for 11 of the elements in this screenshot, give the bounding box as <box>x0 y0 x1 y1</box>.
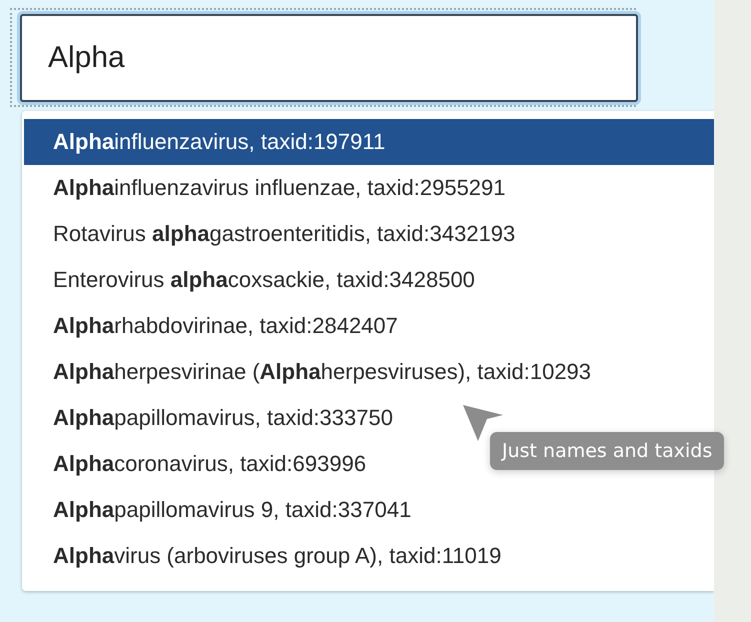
suggestion-item[interactable]: Enterovirus alphacoxsackie, taxid:3428500 <box>24 257 714 303</box>
suggestion-item[interactable]: Alpharhabdovirinae, taxid:2842407 <box>24 303 714 349</box>
suggestion-item[interactable]: Alphaherpesvirinae (Alphaherpesviruses), taxid:10293 <box>24 349 714 395</box>
search-field[interactable]: Alpha <box>20 14 638 102</box>
suggestion-item[interactable]: Rotavirus alphagastroenteritidis, taxid:3432193 <box>24 211 714 257</box>
pointer-icon <box>463 405 503 441</box>
suggestion-item[interactable]: Alphavirus (arboviruses group A), taxid:11019 <box>24 533 714 579</box>
suggestion-item[interactable]: Alphainfluenzavirus, taxid:197911 <box>24 119 714 165</box>
suggestion-item[interactable]: Alphapapillomavirus 9, taxid:337041 <box>24 487 714 533</box>
suggestion-item[interactable]: Alphainfluenzavirus influenzae, taxid:2955291 <box>24 165 714 211</box>
tooltip: Just names and taxids <box>490 432 724 470</box>
